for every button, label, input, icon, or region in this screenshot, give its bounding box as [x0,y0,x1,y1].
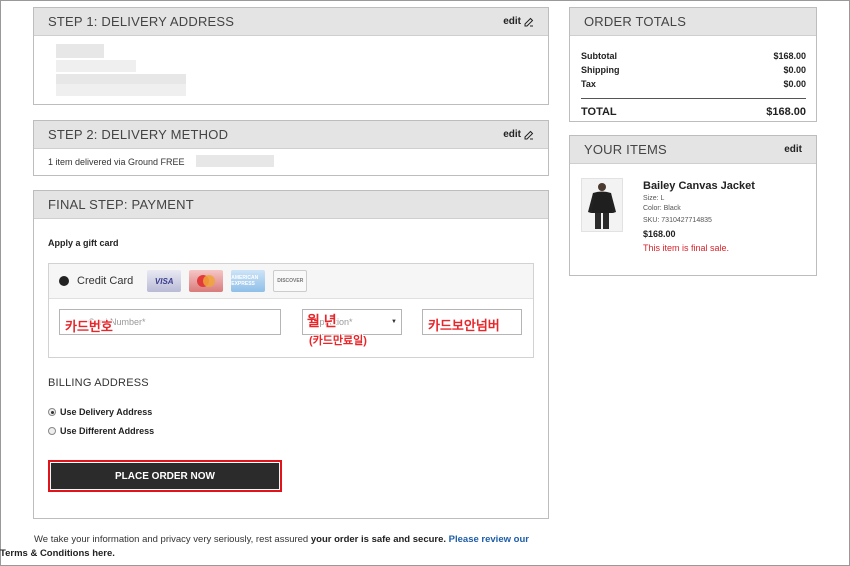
use-delivery-address-option[interactable]: Use Delivery Address [48,407,152,417]
redacted-address-line-1 [56,44,104,58]
use-different-address-radio[interactable] [48,427,56,435]
privacy-text: We take your information and privacy ver… [34,534,311,545]
item-price: $168.00 [643,229,676,239]
credit-card-label: Credit Card [77,275,134,287]
delivery-method-panel: STEP 2: DELIVERY METHOD edit 1 item deli… [33,120,549,176]
dropdown-caret-icon: ▼ [391,319,397,325]
order-totals-title: ORDER TOTALS [584,14,687,29]
mastercard-circles-icon [197,275,216,287]
payment-header: FINAL STEP: PAYMENT [34,191,548,219]
apply-gift-card-link[interactable]: Apply a gift card [48,238,119,248]
your-items-header: YOUR ITEMS edit [570,136,816,164]
subtotal-row: Subtotal $168.00 [581,51,806,61]
place-order-highlight: PLACE ORDER NOW [48,460,282,492]
redacted-delivery-date [196,155,274,167]
pencil-icon [524,17,534,26]
card-number-annotation: 카드번호 [65,319,113,334]
edit-items-link[interactable]: edit [784,144,802,155]
credit-card-header: Credit Card VISA AMERICAN EXPRESS DISCOV… [49,264,533,299]
jacket-thumbnail[interactable] [581,178,623,232]
tax-row: Tax $0.00 [581,79,806,89]
delivery-method-text: 1 item delivered via Ground FREE [48,157,185,167]
tax-value: $0.00 [783,79,806,89]
total-label: TOTAL [581,106,617,118]
credit-card-radio[interactable] [59,276,69,286]
total-value: $168.00 [766,106,806,118]
expiration-annotation-sub: (카드만료일) [309,335,367,347]
shipping-label: Shipping [581,65,620,75]
delivery-address-panel: STEP 1: DELIVERY ADDRESS edit [33,7,549,105]
use-different-address-label: Use Different Address [60,426,155,436]
pencil-icon [524,130,534,139]
mastercard-icon [189,270,224,292]
order-totals-header: ORDER TOTALS [570,8,816,36]
order-totals-panel: ORDER TOTALS Subtotal $168.00 Shipping $… [569,7,817,122]
credit-card-box: Credit Card VISA AMERICAN EXPRESS DISCOV… [48,263,534,358]
use-delivery-address-radio[interactable] [48,408,56,416]
visa-card-icon: VISA [147,270,182,292]
your-items-title: YOUR ITEMS [584,142,667,157]
redacted-address-line-4 [56,84,186,96]
tax-label: Tax [581,79,596,89]
edit-address-label: edit [503,16,521,27]
delivery-address-title: STEP 1: DELIVERY ADDRESS [48,14,235,29]
edit-address-link[interactable]: edit [503,16,534,27]
subtotal-value: $168.00 [773,51,806,61]
item-size: Size: L [643,195,665,202]
cvv-annotation: 카드보안넘버 [428,318,500,333]
final-sale-notice: This item is final sale. [643,243,730,253]
edit-method-label: edit [503,129,521,140]
use-delivery-address-label: Use Delivery Address [60,407,153,417]
payment-panel: FINAL STEP: PAYMENT Apply a gift card Cr… [33,190,549,519]
redacted-address-line-2 [56,60,136,72]
use-different-address-option[interactable]: Use Different Address [48,426,154,436]
item-name[interactable]: Bailey Canvas Jacket [643,180,755,192]
shipping-row: Shipping $0.00 [581,65,806,75]
discover-card-icon: DISCOVER [273,270,308,292]
delivery-address-header: STEP 1: DELIVERY ADDRESS edit [34,8,548,36]
edit-method-link[interactable]: edit [503,129,534,140]
place-order-button[interactable]: PLACE ORDER NOW [51,463,279,489]
your-items-panel: YOUR ITEMS edit Bailey Canvas Jacket Siz… [569,135,817,276]
shipping-value: $0.00 [783,65,806,75]
item-color: Color: Black [643,205,681,212]
jacket-image-icon [588,183,616,229]
billing-address-title: BILLING ADDRESS [48,377,149,389]
totals-divider [581,98,806,99]
payment-title: FINAL STEP: PAYMENT [48,197,194,212]
total-row: TOTAL $168.00 [581,106,806,118]
amex-card-icon: AMERICAN EXPRESS [231,270,266,292]
review-link[interactable]: Please review our [446,534,529,545]
item-sku: SKU: 7310427714835 [643,217,712,224]
delivery-method-header: STEP 2: DELIVERY METHOD edit [34,121,548,149]
expiration-annotation: 월 년 [307,313,337,329]
subtotal-label: Subtotal [581,51,617,61]
privacy-footer: We take your information and privacy ver… [0,533,554,561]
privacy-secure-text: your order is safe and secure. [310,534,447,545]
delivery-method-title: STEP 2: DELIVERY METHOD [48,127,229,142]
terms-link[interactable]: Terms & Conditions here. [0,548,115,559]
